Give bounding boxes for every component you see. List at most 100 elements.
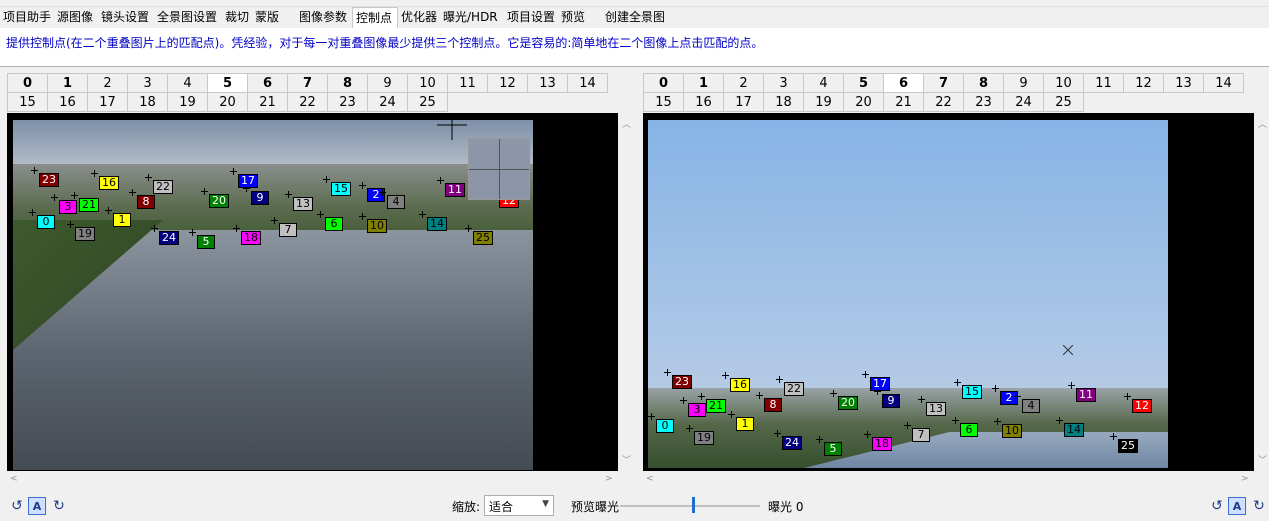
image-tab-21[interactable]: 21 bbox=[883, 92, 924, 112]
image-tab-11[interactable]: 11 bbox=[447, 73, 488, 93]
control-point-5[interactable]: 5 bbox=[197, 235, 215, 249]
right-hscroll[interactable]: < > bbox=[643, 471, 1254, 488]
control-point-10[interactable]: 10 bbox=[1002, 424, 1022, 438]
scroll-up-icon[interactable]: ︿ bbox=[1258, 117, 1267, 130]
image-tab-24[interactable]: 24 bbox=[367, 92, 408, 112]
exposure-slider-track[interactable] bbox=[620, 505, 760, 507]
control-point-7[interactable]: 7 bbox=[912, 428, 930, 442]
image-tab-10[interactable]: 10 bbox=[1043, 73, 1084, 93]
image-tab-20[interactable]: 20 bbox=[843, 92, 884, 112]
control-point-0[interactable]: 0 bbox=[37, 215, 55, 229]
image-tab-4[interactable]: 4 bbox=[167, 73, 208, 93]
tab-6[interactable]: 图像参数 bbox=[296, 7, 352, 28]
control-point-13[interactable]: 13 bbox=[926, 402, 946, 416]
left-vscroll[interactable]: ︿ ﹀ bbox=[618, 113, 634, 471]
control-point-14[interactable]: 14 bbox=[1064, 423, 1084, 437]
scroll-up-icon[interactable]: ︿ bbox=[622, 117, 631, 130]
tab-5[interactable]: 蒙版 bbox=[252, 7, 296, 28]
control-point-18[interactable]: 18 bbox=[872, 437, 892, 451]
control-point-11[interactable]: 11 bbox=[1076, 388, 1096, 402]
image-tab-15[interactable]: 15 bbox=[643, 92, 684, 112]
image-tab-1[interactable]: 1 bbox=[47, 73, 88, 93]
control-point-21[interactable]: 21 bbox=[79, 198, 99, 212]
tab-4[interactable]: 裁切 bbox=[222, 7, 252, 28]
control-point-15[interactable]: 15 bbox=[962, 385, 982, 399]
left-image-panel[interactable]: 0 1 2 3 4 5 6 7 8 9 10 11 12 13 14 15 16 17 18 19 20 21 22 23 24… bbox=[7, 113, 618, 471]
control-point-19[interactable]: 19 bbox=[694, 431, 714, 445]
auto-button[interactable]: A bbox=[1228, 497, 1246, 515]
image-tab-17[interactable]: 17 bbox=[723, 92, 764, 112]
tab-9[interactable]: 曝光/HDR bbox=[440, 7, 504, 28]
image-tab-19[interactable]: 19 bbox=[803, 92, 844, 112]
control-point-10[interactable]: 10 bbox=[367, 219, 387, 233]
control-point-14[interactable]: 14 bbox=[427, 217, 447, 231]
control-point-17[interactable]: 17 bbox=[870, 377, 890, 391]
control-point-15[interactable]: 15 bbox=[331, 182, 351, 196]
tab-11[interactable]: 预览 bbox=[558, 7, 602, 28]
control-point-24[interactable]: 24 bbox=[782, 436, 802, 450]
image-tab-22[interactable]: 22 bbox=[287, 92, 328, 112]
image-tab-5[interactable]: 5 bbox=[843, 73, 884, 93]
image-tab-9[interactable]: 9 bbox=[1003, 73, 1044, 93]
control-point-7[interactable]: 7 bbox=[279, 223, 297, 237]
image-tab-6[interactable]: 6 bbox=[883, 73, 924, 93]
image-tab-7[interactable]: 7 bbox=[923, 73, 964, 93]
scroll-left-icon[interactable]: < bbox=[10, 474, 18, 484]
control-point-13[interactable]: 13 bbox=[293, 197, 313, 211]
control-point-22[interactable]: 22 bbox=[784, 382, 804, 396]
control-point-8[interactable]: 8 bbox=[764, 398, 782, 412]
image-tab-19[interactable]: 19 bbox=[167, 92, 208, 112]
control-point-16[interactable]: 16 bbox=[99, 176, 119, 190]
control-point-23[interactable]: 23 bbox=[39, 173, 59, 187]
control-point-6[interactable]: 6 bbox=[325, 217, 343, 231]
scroll-right-icon[interactable]: > bbox=[605, 474, 613, 484]
image-tab-20[interactable]: 20 bbox=[207, 92, 248, 112]
control-point-17[interactable]: 17 bbox=[238, 174, 258, 188]
image-tab-22[interactable]: 22 bbox=[923, 92, 964, 112]
image-tab-25[interactable]: 25 bbox=[407, 92, 448, 112]
image-tab-13[interactable]: 13 bbox=[1163, 73, 1204, 93]
control-point-16[interactable]: 16 bbox=[730, 378, 750, 392]
image-tab-12[interactable]: 12 bbox=[487, 73, 528, 93]
rotate-left-icon[interactable]: ↺ bbox=[1208, 497, 1226, 515]
zoom-select[interactable]: 适合 ▼ bbox=[484, 495, 554, 516]
control-point-25[interactable]: 25 bbox=[1118, 439, 1138, 453]
rotate-left-icon[interactable]: ↺ bbox=[8, 497, 26, 515]
control-point-4[interactable]: 4 bbox=[1022, 399, 1040, 413]
image-tab-3[interactable]: 3 bbox=[127, 73, 168, 93]
control-point-24[interactable]: 24 bbox=[159, 231, 179, 245]
control-point-20[interactable]: 20 bbox=[209, 194, 229, 208]
image-tab-8[interactable]: 8 bbox=[327, 73, 368, 93]
image-tab-1[interactable]: 1 bbox=[683, 73, 724, 93]
control-point-20[interactable]: 20 bbox=[838, 396, 858, 410]
tab-1[interactable]: 源图像 bbox=[54, 7, 98, 28]
right-image-panel[interactable]: 0 1 2 3 4 5 6 7 8 9 10 11 12 13 14 15 16 17 18 19 20 21 22 23 24… bbox=[643, 113, 1254, 471]
tab-2[interactable]: 镜头设置 bbox=[98, 7, 154, 28]
rotate-right-icon[interactable]: ↻ bbox=[1250, 497, 1268, 515]
control-point-4[interactable]: 4 bbox=[387, 195, 405, 209]
rotate-right-icon[interactable]: ↻ bbox=[50, 497, 68, 515]
image-tab-2[interactable]: 2 bbox=[723, 73, 764, 93]
control-point-3[interactable]: 3 bbox=[59, 200, 77, 214]
control-point-6[interactable]: 6 bbox=[960, 423, 978, 437]
image-tab-0[interactable]: 0 bbox=[643, 73, 684, 93]
image-tab-12[interactable]: 12 bbox=[1123, 73, 1164, 93]
control-point-0[interactable]: 0 bbox=[656, 419, 674, 433]
image-tab-11[interactable]: 11 bbox=[1083, 73, 1124, 93]
image-tab-4[interactable]: 4 bbox=[803, 73, 844, 93]
tab-8[interactable]: 优化器 bbox=[398, 7, 440, 28]
control-point-1[interactable]: 1 bbox=[113, 213, 131, 227]
right-photo[interactable]: 0 1 2 3 4 5 6 7 8 9 10 11 12 13 14 15 16 17 18 19 20 21 22 23 24… bbox=[648, 120, 1168, 468]
control-point-8[interactable]: 8 bbox=[137, 195, 155, 209]
left-hscroll[interactable]: < > bbox=[7, 471, 618, 488]
image-tab-18[interactable]: 18 bbox=[127, 92, 168, 112]
image-tab-21[interactable]: 21 bbox=[247, 92, 288, 112]
image-tab-8[interactable]: 8 bbox=[963, 73, 1004, 93]
tab-12[interactable]: 创建全景图 bbox=[602, 7, 666, 28]
image-tab-6[interactable]: 6 bbox=[247, 73, 288, 93]
image-tab-24[interactable]: 24 bbox=[1003, 92, 1044, 112]
image-tab-0[interactable]: 0 bbox=[7, 73, 48, 93]
image-tab-17[interactable]: 17 bbox=[87, 92, 128, 112]
scroll-right-icon[interactable]: > bbox=[1241, 474, 1249, 484]
image-tab-15[interactable]: 15 bbox=[7, 92, 48, 112]
